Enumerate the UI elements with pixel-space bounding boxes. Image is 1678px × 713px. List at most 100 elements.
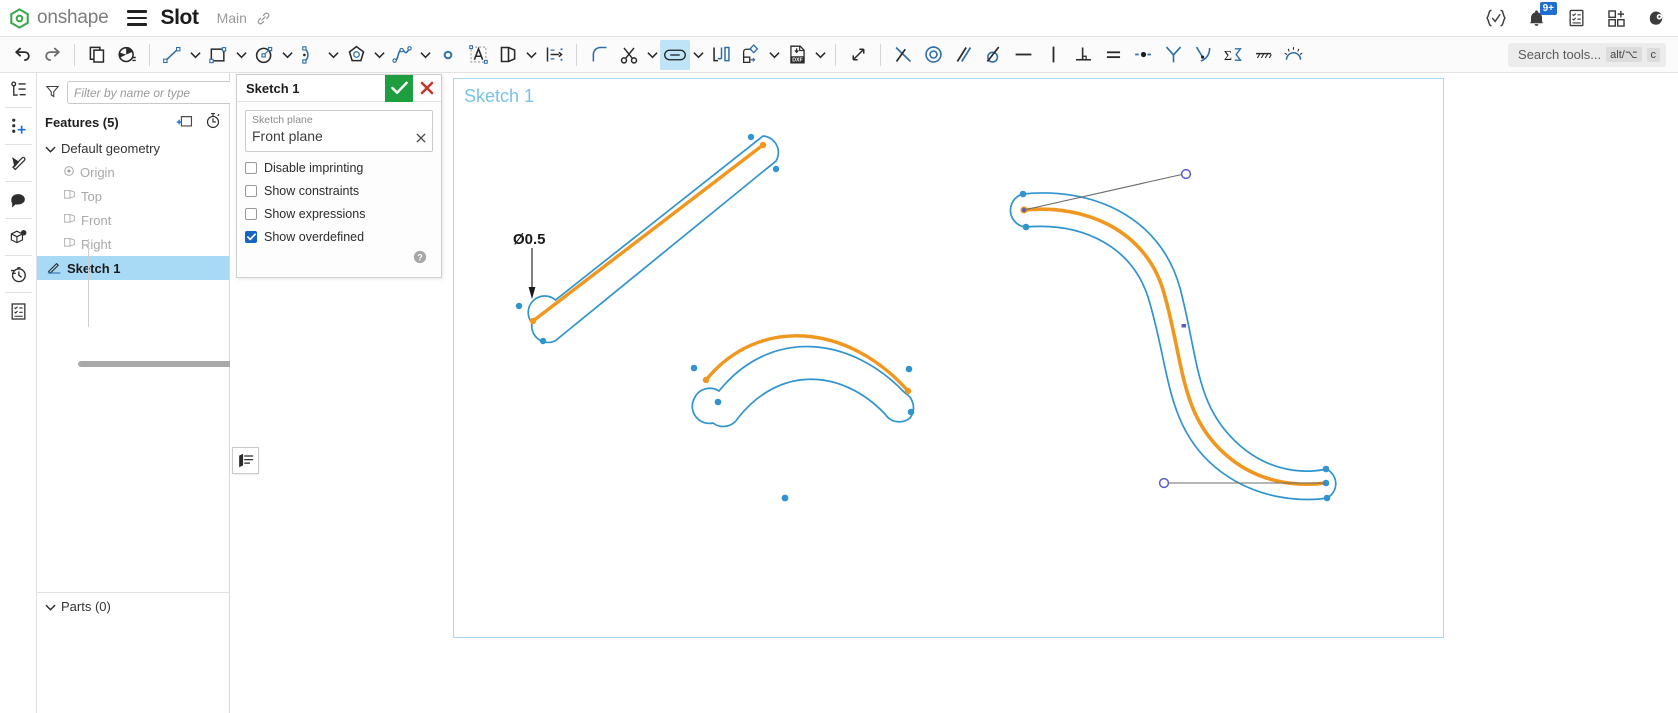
- option-label: Show expressions: [264, 207, 365, 221]
- spline-dropdown-caret-icon[interactable]: [417, 40, 433, 70]
- polygon-icon[interactable]: [341, 40, 371, 70]
- add-folder-icon[interactable]: [176, 113, 193, 131]
- dimension-icon[interactable]: [843, 40, 873, 70]
- sketch-geometry[interactable]: Ø0.5: [230, 73, 1678, 713]
- parallel-constraint-icon[interactable]: [948, 40, 978, 70]
- redo-icon[interactable]: [37, 40, 67, 70]
- fix-constraint-icon[interactable]: [1248, 40, 1278, 70]
- perpendicular-constraint-icon[interactable]: [1068, 40, 1098, 70]
- option-show-constraints[interactable]: Show constraints: [245, 184, 433, 198]
- arc-dropdown-caret-icon[interactable]: [325, 40, 341, 70]
- checkbox-disable-imprinting[interactable]: [245, 162, 257, 174]
- rectangle-dropdown-caret-icon[interactable]: [233, 40, 249, 70]
- filter-funnel-icon[interactable]: [45, 84, 60, 102]
- offset-icon[interactable]: [736, 40, 766, 70]
- feature-script-icon[interactable]: [1484, 6, 1508, 30]
- construction-constraint-icon[interactable]: [1278, 40, 1308, 70]
- horizontal-constraint-icon[interactable]: [1008, 40, 1038, 70]
- paste-sketch-icon[interactable]: [112, 40, 142, 70]
- parts-header-row[interactable]: Parts (0): [37, 593, 230, 619]
- properties-list-icon[interactable]: [0, 295, 37, 327]
- spline-icon[interactable]: [387, 40, 417, 70]
- concentric-constraint-icon[interactable]: [918, 40, 948, 70]
- point-icon[interactable]: [433, 40, 463, 70]
- coincident-constraint-icon[interactable]: [888, 40, 918, 70]
- arc-slot[interactable]: [691, 336, 915, 427]
- trim-dropdown-caret-icon[interactable]: [644, 40, 660, 70]
- option-show-expressions[interactable]: Show expressions: [245, 207, 433, 221]
- feature-list-icon[interactable]: [0, 73, 37, 105]
- link-icon[interactable]: [256, 11, 271, 26]
- midpoint-constraint-icon[interactable]: [1128, 40, 1158, 70]
- sketch-canvas[interactable]: Sketch 1 Ø0.5: [230, 73, 1678, 713]
- mirror-icon[interactable]: [493, 40, 523, 70]
- linear-pattern-icon[interactable]: [539, 40, 569, 70]
- text-icon[interactable]: [463, 40, 493, 70]
- help-account-icon[interactable]: [1644, 6, 1668, 30]
- chevron-down-icon[interactable]: [45, 141, 56, 156]
- fillet-icon[interactable]: [584, 40, 614, 70]
- search-tools-input[interactable]: Search tools... alt/⌥ c: [1508, 43, 1666, 67]
- checkbox-show-expressions[interactable]: [245, 208, 257, 220]
- slot-diameter-dimension[interactable]: Ø0.5: [509, 228, 561, 299]
- part-info-icon[interactable]: [0, 221, 37, 253]
- clear-x-icon[interactable]: [416, 131, 426, 146]
- equal-constraint-icon[interactable]: [1098, 40, 1128, 70]
- circle-dropdown-caret-icon[interactable]: [279, 40, 295, 70]
- symmetric-constraint-icon[interactable]: [1158, 40, 1188, 70]
- chevron-down-icon[interactable]: [45, 599, 56, 614]
- add-variable-icon[interactable]: [0, 110, 37, 142]
- option-disable-imprinting[interactable]: Disable imprinting: [245, 161, 433, 175]
- vertical-constraint-icon[interactable]: [1038, 40, 1068, 70]
- polygon-dropdown-caret-icon[interactable]: [371, 40, 387, 70]
- origin-point[interactable]: [782, 495, 789, 502]
- notifications-bell-icon[interactable]: 9+: [1524, 6, 1548, 30]
- circle-icon[interactable]: [249, 40, 279, 70]
- tangent-constraint-icon[interactable]: [978, 40, 1008, 70]
- search-shortcut-c: c: [1647, 48, 1661, 62]
- mirror-dropdown-caret-icon[interactable]: [523, 40, 539, 70]
- import-dxf-dropdown-caret-icon[interactable]: [812, 40, 828, 70]
- sketch-cancel-button[interactable]: [413, 75, 441, 102]
- curvature-constraint-icon[interactable]: [1188, 40, 1218, 70]
- offset-dropdown-caret-icon[interactable]: [766, 40, 782, 70]
- search-input[interactable]: [67, 81, 238, 104]
- tree-node-front-plane[interactable]: Front: [37, 208, 229, 232]
- trim-icon[interactable]: [614, 40, 644, 70]
- appearance-icon[interactable]: [0, 147, 37, 179]
- history-icon[interactable]: [0, 258, 37, 290]
- sketch-entity-list-icon[interactable]: [232, 447, 259, 474]
- line-dropdown-caret-icon[interactable]: [187, 40, 203, 70]
- tree-node-right-plane[interactable]: Right: [37, 232, 229, 256]
- slot-icon[interactable]: [660, 40, 690, 70]
- checkbox-show-constraints[interactable]: [245, 185, 257, 197]
- rollback-timer-icon[interactable]: [205, 112, 221, 132]
- undo-icon[interactable]: [7, 40, 37, 70]
- rectangle-icon[interactable]: [203, 40, 233, 70]
- import-dxf-icon[interactable]: DXF: [782, 40, 812, 70]
- onshape-logo-icon[interactable]: [9, 8, 30, 29]
- comments-icon[interactable]: [0, 184, 37, 216]
- tree-node-top-plane[interactable]: Top: [37, 184, 229, 208]
- hamburger-menu-icon[interactable]: [127, 10, 147, 26]
- slot-dropdown-caret-icon[interactable]: [690, 40, 706, 70]
- use-project-icon[interactable]: [706, 40, 736, 70]
- spline-slot[interactable]: [1010, 170, 1335, 502]
- tree-node-origin[interactable]: Origin: [37, 160, 229, 184]
- line-icon[interactable]: [157, 40, 187, 70]
- option-show-overdefined[interactable]: Show overdefined: [245, 230, 433, 244]
- tree-node-default-geometry[interactable]: Default geometry: [37, 136, 229, 160]
- document-title[interactable]: Slot: [161, 6, 199, 30]
- sketch-accept-button[interactable]: [385, 75, 413, 102]
- parts-section: Parts (0): [37, 592, 230, 619]
- tasks-list-icon[interactable]: [1564, 6, 1588, 30]
- checkbox-show-overdefined[interactable]: [245, 231, 257, 243]
- normal-constraint-icon[interactable]: Σ: [1218, 40, 1248, 70]
- app-store-icon[interactable]: [1604, 6, 1628, 30]
- arc-icon[interactable]: [295, 40, 325, 70]
- branch-label[interactable]: Main: [217, 10, 247, 26]
- help-question-icon[interactable]: ?: [413, 250, 427, 267]
- sketch-plane-field[interactable]: Sketch plane Front plane: [245, 110, 433, 152]
- tree-node-sketch-1[interactable]: Sketch 1: [37, 256, 229, 280]
- copy-sketch-icon[interactable]: [82, 40, 112, 70]
